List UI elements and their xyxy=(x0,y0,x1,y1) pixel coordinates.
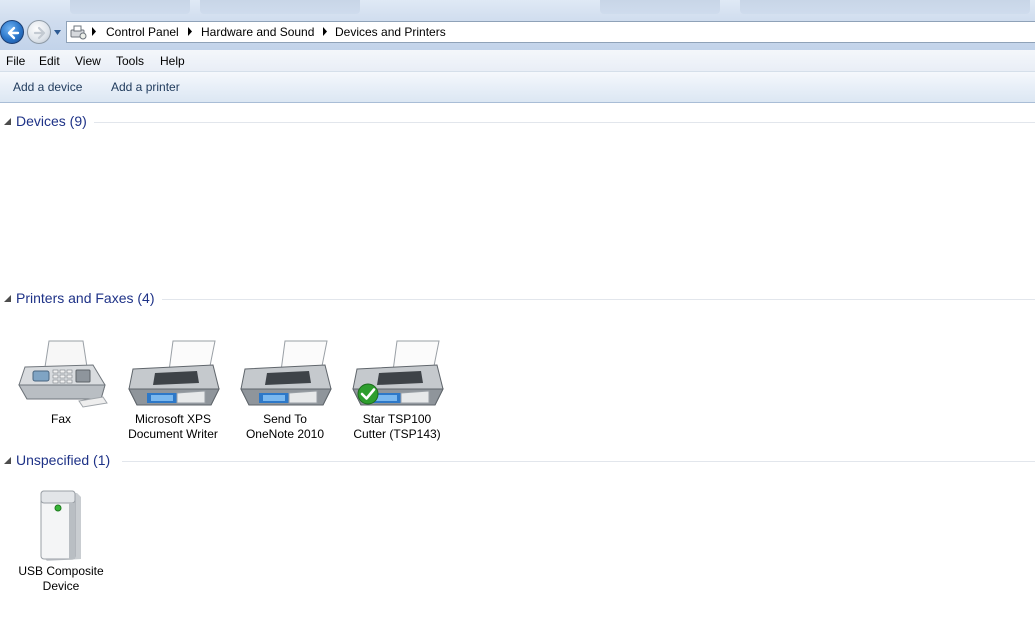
breadcrumb-hardware-and-sound[interactable]: Hardware and Sound xyxy=(201,25,314,39)
command-bar: Add a device Add a printer xyxy=(0,72,1035,103)
device-label: Send To OneNote 2010 xyxy=(245,412,325,441)
menu-view[interactable]: View xyxy=(75,54,101,68)
breadcrumb-control-panel[interactable]: Control Panel xyxy=(106,25,179,39)
device-fax[interactable]: Fax xyxy=(7,337,115,427)
back-button[interactable] xyxy=(0,20,24,44)
background-tab-strip xyxy=(70,0,190,14)
group-divider xyxy=(122,461,1035,462)
device-label: USB Composite Device xyxy=(18,564,104,593)
background-tab-strip xyxy=(600,0,720,14)
background-tab-strip xyxy=(200,0,360,14)
device-label: Fax xyxy=(50,412,71,426)
menu-edit[interactable]: Edit xyxy=(39,54,60,68)
forward-button[interactable] xyxy=(27,20,51,44)
group-header-printers-and-faxes[interactable]: Printers and Faxes (4) xyxy=(0,289,1035,309)
group-title-devices: Devices (9) xyxy=(16,113,87,129)
group-header-devices[interactable]: Devices (9) xyxy=(0,112,1035,132)
address-bar[interactable]: Control Panel Hardware and Sound Devices… xyxy=(66,21,1035,43)
printer-icon xyxy=(237,337,333,409)
printer-icon xyxy=(349,337,445,409)
forward-arrow-icon xyxy=(33,26,46,40)
device-send-to-onenote-2010[interactable]: Send To OneNote 2010 xyxy=(231,337,339,442)
breadcrumb-devices-and-printers[interactable]: Devices and Printers xyxy=(335,25,446,39)
breadcrumb-chevron-icon[interactable] xyxy=(322,27,328,36)
menu-help[interactable]: Help xyxy=(160,54,185,68)
menu-file[interactable]: File xyxy=(6,54,25,68)
menu-tools[interactable]: Tools xyxy=(116,54,144,68)
back-arrow-icon xyxy=(7,26,20,40)
title-bar: Control Panel Hardware and Sound Devices… xyxy=(0,0,1035,50)
device-list: Devices (9) Printers and Faxes (4) Fax M… xyxy=(0,103,1035,642)
group-title-printers-and-faxes: Printers and Faxes (4) xyxy=(16,290,155,306)
breadcrumb-chevron-icon[interactable] xyxy=(91,27,97,36)
breadcrumb-chevron-icon[interactable] xyxy=(187,27,193,36)
add-device-button[interactable]: Add a device xyxy=(13,80,82,94)
collapse-triangle-icon[interactable] xyxy=(4,457,11,464)
group-title-unspecified: Unspecified (1) xyxy=(16,452,111,468)
printer-icon xyxy=(125,337,221,409)
default-printer-check-icon xyxy=(357,383,379,405)
menu-bar: File Edit View Tools Help xyxy=(0,50,1035,72)
group-divider xyxy=(162,299,1035,300)
group-divider xyxy=(94,122,1035,123)
usb-device-icon xyxy=(13,489,109,561)
device-microsoft-xps-document-writer[interactable]: Microsoft XPS Document Writer xyxy=(119,337,227,442)
device-usb-composite-device[interactable]: USB Composite Device xyxy=(7,489,115,594)
group-header-unspecified[interactable]: Unspecified (1) xyxy=(0,451,1035,471)
collapse-triangle-icon[interactable] xyxy=(4,118,11,125)
background-tab-strip xyxy=(740,0,1030,14)
add-printer-button[interactable]: Add a printer xyxy=(111,80,180,94)
device-star-tsp100-cutter[interactable]: Star TSP100 Cutter (TSP143) xyxy=(343,337,451,442)
collapse-triangle-icon[interactable] xyxy=(4,295,11,302)
device-label: Star TSP100 Cutter (TSP143) xyxy=(353,412,441,441)
device-label: Microsoft XPS Document Writer xyxy=(128,412,218,441)
devices-printers-icon xyxy=(70,25,87,40)
recent-pages-dropdown-icon[interactable] xyxy=(53,28,62,37)
fax-icon xyxy=(13,337,109,409)
